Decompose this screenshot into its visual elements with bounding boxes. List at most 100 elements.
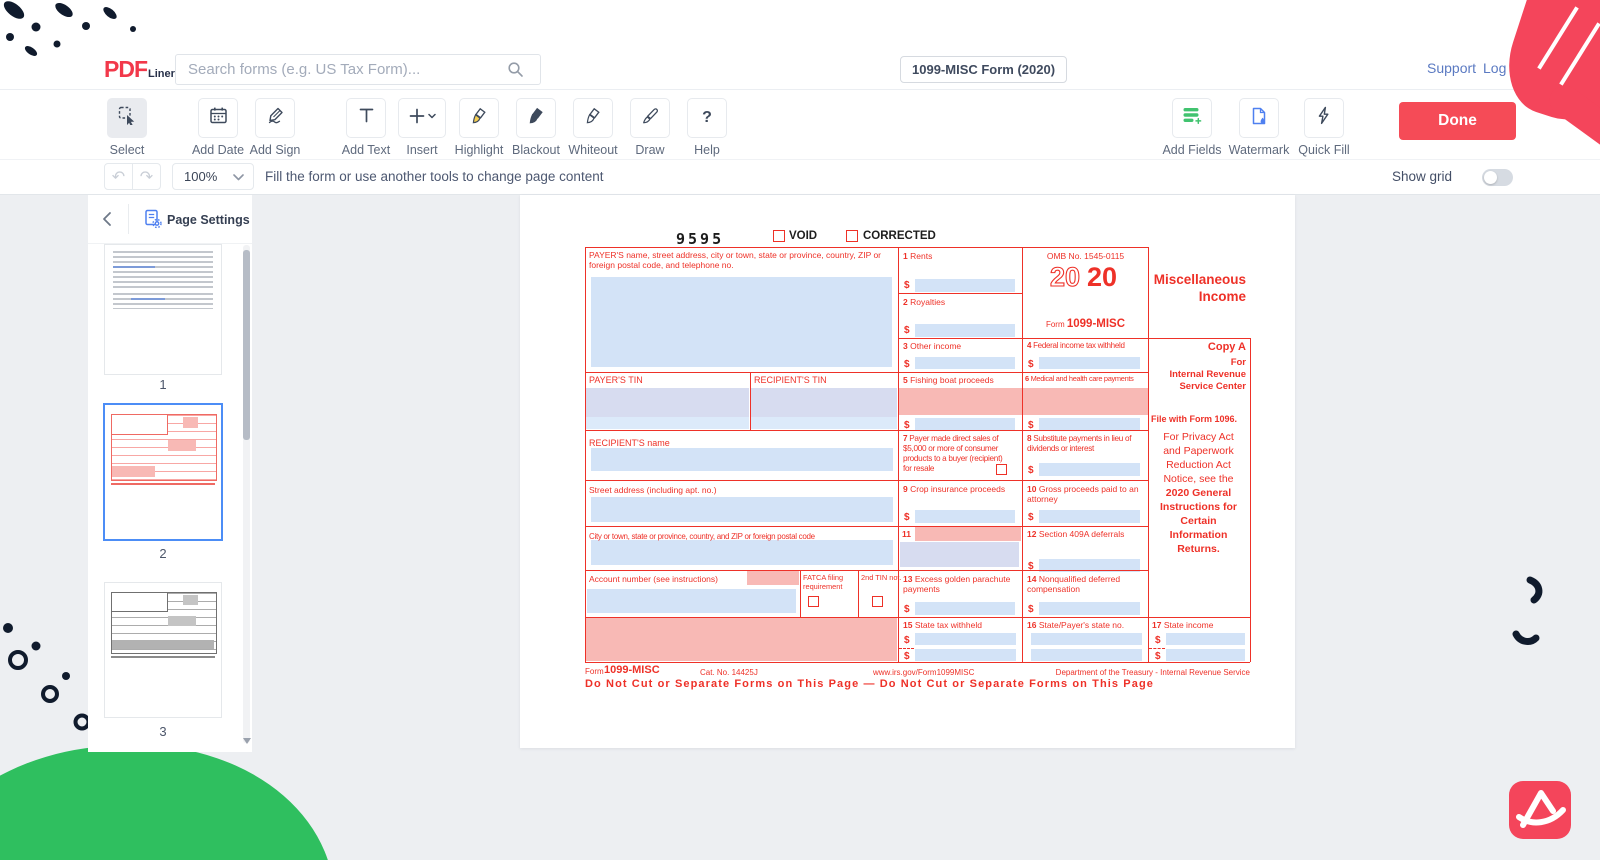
corrected-checkbox[interactable] (846, 230, 858, 242)
street-address-field[interactable] (591, 497, 893, 522)
treasury-label: Department of the Treasury - Internal Re… (1030, 668, 1250, 677)
add-fields-button[interactable]: Add Fields (1160, 98, 1224, 157)
corrected-label: CORRECTED (863, 230, 936, 242)
done-button[interactable]: Done (1399, 102, 1516, 140)
redo-icon: ↷ (140, 167, 153, 187)
box14-deferred-field[interactable] (1039, 602, 1140, 615)
box10-attorney-field[interactable] (1039, 510, 1140, 523)
add-date-button[interactable]: Add Date (186, 98, 250, 157)
file-with-label: File with Form 1096. (1151, 414, 1249, 424)
recipients-tin-field-2[interactable] (751, 417, 897, 429)
box6-label: 6 Medical and health care payments (1025, 375, 1134, 384)
copy-a-label: Copy A (1150, 341, 1246, 353)
box8-substitute-field[interactable] (1039, 463, 1140, 476)
add-text-button[interactable]: Add Text (334, 98, 398, 157)
page-number-1: 1 (104, 377, 222, 392)
box3-other-income-field[interactable] (915, 357, 1015, 369)
recipients-tin-field[interactable] (751, 388, 897, 417)
whiteout-label: Whiteout (561, 143, 625, 157)
copy-irs-line1: Internal Revenue (1150, 369, 1246, 380)
page-thumbnail-1[interactable] (104, 244, 222, 375)
box10-label: 10 Gross proceeds paid to an attorney (1027, 484, 1142, 504)
box8-label: 8 Substitute payments in lieu of dividen… (1027, 434, 1146, 454)
recipient-name-field[interactable] (591, 448, 893, 471)
watermark-label: Watermark (1227, 143, 1291, 157)
highlight-button[interactable]: Highlight (447, 98, 511, 157)
insert-button[interactable]: Insert (390, 98, 454, 157)
privacy-line-2: and Paperwork (1148, 445, 1249, 457)
logo-liner-text: Liner (148, 68, 175, 80)
fatca-checkbox[interactable] (808, 596, 819, 607)
fatca-label: FATCA filing requirement (803, 574, 855, 592)
city-label: City or town, state or province, country… (589, 532, 815, 542)
zoom-level-select[interactable]: 100% (172, 163, 254, 190)
payer-info-field[interactable] (591, 277, 892, 367)
undo-icon: ↶ (112, 167, 125, 187)
form-code: 9595 (676, 230, 724, 248)
account-number-label: Account number (see instructions) (589, 574, 718, 584)
draw-button[interactable]: Draw (618, 98, 682, 157)
blackout-button[interactable]: Blackout (504, 98, 568, 157)
collapse-sidebar-button[interactable] (102, 211, 112, 232)
box4-federal-tax-field[interactable] (1039, 357, 1140, 369)
select-tool-button[interactable]: Select (95, 98, 159, 157)
payers-tin-field-2[interactable] (586, 417, 749, 429)
page-thumbnail-2-selected[interactable] (103, 403, 223, 541)
thumbnail-2-pink-3 (112, 466, 155, 477)
sidebar-scrollbar-thumb[interactable] (243, 250, 250, 440)
add-sign-button[interactable]: Add Sign (243, 98, 307, 157)
box16-state-no-field-1[interactable] (1031, 633, 1142, 645)
box13-parachute-field[interactable] (915, 602, 1015, 615)
pdfliner-logo[interactable]: PDFLiner (104, 56, 175, 83)
thumbnail-1-preview-2 (113, 293, 213, 309)
second-tin-checkbox[interactable] (872, 596, 883, 607)
help-button[interactable]: ? Help (675, 98, 739, 157)
box6-shaded-area (1023, 388, 1148, 415)
irs-url: www.irs.gov/Form1099MISC (873, 668, 974, 677)
payers-tin-field[interactable] (586, 388, 749, 417)
box7-label: 7 Payer made direct sales of $5,000 or m… (903, 434, 1005, 473)
box16-state-no-field-2[interactable] (1031, 649, 1142, 661)
year-bold: 20 (1087, 262, 1117, 292)
misc-income-title-2: Income (1150, 289, 1246, 304)
search-input[interactable] (175, 54, 541, 85)
undo-button[interactable]: ↶ (104, 163, 133, 190)
payer-info-label: PAYER'S name, street address, city or to… (589, 250, 891, 270)
show-grid-toggle[interactable] (1482, 169, 1513, 186)
whiteout-button[interactable]: Whiteout (561, 98, 625, 157)
account-number-field[interactable] (587, 589, 796, 613)
watermark-button[interactable]: Watermark (1227, 98, 1291, 157)
page-settings-tab[interactable]: Page Settings (167, 213, 250, 227)
box15-dashed-separator (899, 648, 914, 649)
box2-royalties-field[interactable] (915, 324, 1015, 337)
pdfliner-app: PDFLiner 1099-MISC Form (2020) Support L… (0, 0, 1600, 860)
form-year: 20 20 (1032, 260, 1138, 292)
year-outline: 20 (1050, 262, 1080, 292)
box17-state-income-field-2[interactable] (1166, 649, 1245, 661)
box3-label: 3 Other income (903, 341, 961, 351)
page-thumbnail-3[interactable] (104, 582, 222, 718)
box9-crop-field[interactable] (915, 510, 1015, 523)
watermark-icon (1250, 107, 1268, 130)
city-field[interactable] (591, 540, 893, 565)
payers-tin-label: PAYER'S TIN (589, 375, 643, 386)
box11-field[interactable] (900, 542, 1019, 567)
dollar-sign: $ (1028, 561, 1034, 572)
dollar-sign: $ (1028, 359, 1034, 370)
quick-fill-button[interactable]: Quick Fill (1292, 98, 1356, 157)
box15-state-tax-field-1[interactable] (915, 633, 1016, 645)
privacy-line-3: Reduction Act (1148, 459, 1249, 471)
insert-label: Insert (390, 143, 454, 157)
box15-state-tax-field-2[interactable] (915, 649, 1016, 661)
scroll-down-arrow[interactable] (243, 738, 251, 744)
void-checkbox[interactable] (773, 230, 785, 242)
box17-state-income-field-1[interactable] (1166, 633, 1245, 645)
plus-chevron-icon (408, 107, 436, 130)
box7-checkbox[interactable] (996, 464, 1007, 475)
sidebar-header: Page Settings (88, 195, 252, 244)
void-label: VOID (789, 230, 817, 242)
add-fields-icon (1182, 106, 1202, 130)
box1-rents-field[interactable] (915, 279, 1015, 292)
support-link[interactable]: Support (1427, 60, 1476, 76)
redo-button[interactable]: ↷ (132, 163, 161, 190)
